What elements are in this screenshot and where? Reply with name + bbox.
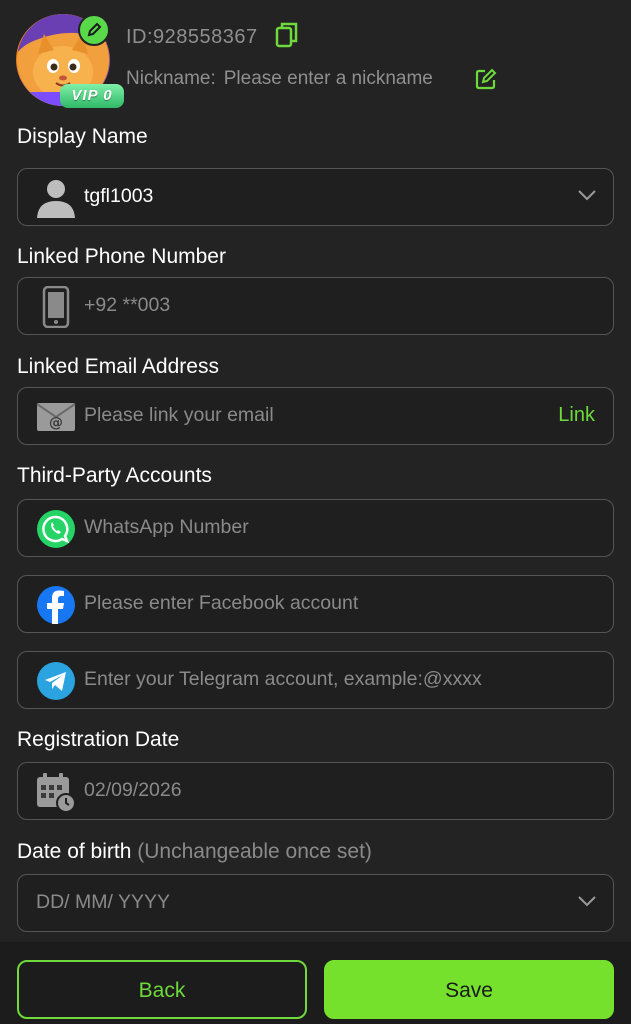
edit-avatar-button[interactable]: [78, 14, 110, 46]
whatsapp-input[interactable]: WhatsApp Number: [84, 500, 249, 555]
email-input[interactable]: Please link your email: [84, 388, 274, 443]
whatsapp-icon: [36, 509, 76, 549]
vip-badge: VIP 0: [60, 84, 124, 108]
telegram-icon: [36, 661, 76, 701]
phone-value: +92 **003: [84, 294, 171, 316]
back-button[interactable]: Back: [17, 960, 307, 1019]
nickname-placeholder[interactable]: Please enter a nickname: [224, 68, 433, 89]
footer-bar: Back Save: [0, 942, 631, 1024]
registration-date-value: 02/09/2026: [84, 779, 182, 801]
copy-button[interactable]: [275, 22, 299, 53]
dob-label: Date of birth (Unchangeable once set): [17, 840, 372, 864]
nickname-label: Nickname:: [126, 68, 216, 89]
dob-placeholder: DD/ MM/ YYYY: [36, 891, 170, 913]
copy-icon: [275, 22, 298, 48]
user-icon: [36, 178, 76, 218]
phone-field[interactable]: +92 **003: [17, 277, 614, 335]
email-icon: @: [36, 397, 76, 437]
link-email-button[interactable]: Link: [558, 388, 595, 443]
phone-icon: [36, 286, 76, 328]
chevron-down-icon: [577, 891, 597, 916]
registration-label: Registration Date: [17, 728, 180, 751]
facebook-field[interactable]: Please enter Facebook account: [17, 575, 614, 633]
edit-avatar-icon: [87, 22, 102, 37]
email-field[interactable]: @ Please link your email Link: [17, 387, 614, 445]
display-name-select[interactable]: tgfl1003: [17, 168, 614, 226]
whatsapp-field[interactable]: WhatsApp Number: [17, 499, 614, 557]
calendar-icon: [36, 772, 76, 812]
telegram-input[interactable]: Enter your Telegram account, example:@xx…: [84, 652, 482, 707]
edit-icon: [475, 68, 497, 90]
facebook-icon: [36, 585, 76, 625]
third-party-label: Third-Party Accounts: [17, 464, 212, 487]
registration-date-field: 02/09/2026: [17, 762, 614, 820]
profile-header: VIP 0 ID:928558367 Nickname: Please enter…: [0, 0, 631, 120]
nickname-edit-button[interactable]: [475, 68, 497, 95]
email-label: Linked Email Address: [17, 355, 219, 378]
facebook-input[interactable]: Please enter Facebook account: [84, 576, 358, 631]
dob-select[interactable]: DD/ MM/ YYYY: [17, 874, 614, 932]
user-id: ID:928558367: [126, 26, 258, 48]
telegram-field[interactable]: Enter your Telegram account, example:@xx…: [17, 651, 614, 709]
dob-label-text: Date of birth: [17, 840, 132, 863]
phone-label: Linked Phone Number: [17, 245, 226, 268]
save-button[interactable]: Save: [324, 960, 614, 1019]
dob-hint: (Unchangeable once set): [137, 840, 372, 863]
display-name-value: tgfl1003: [84, 185, 154, 207]
svg-text:@: @: [49, 415, 63, 431]
chevron-down-icon: [577, 185, 597, 210]
display-name-label: Display Name: [17, 125, 148, 148]
nickname-row: Nickname: Please enter a nickname: [126, 68, 433, 90]
